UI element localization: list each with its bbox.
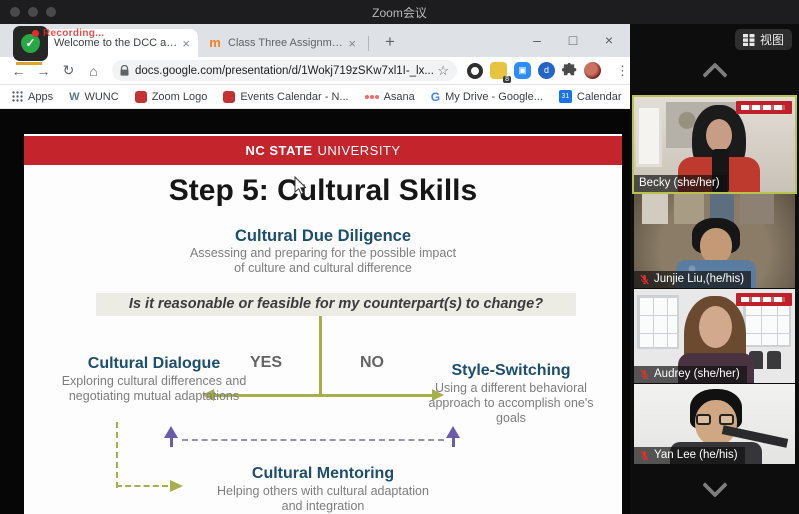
events-calendar-icon [223, 91, 235, 103]
view-grid-icon [743, 34, 755, 46]
reload-icon[interactable]: ↻ [56, 62, 81, 79]
dashed-olive-vertical-line [116, 422, 118, 488]
slide-title: Step 5: Cultural Skills [24, 174, 622, 208]
shared-screen-browser: ✓ Recording... Welcome to the DCC at NC … [0, 24, 630, 514]
bookmarks-bar: Apps W WUNC Zoom Logo Events Calendar - … [0, 85, 630, 109]
nc-state-watermark [736, 101, 792, 114]
muted-mic-icon [639, 274, 650, 285]
question-bar: Is it reasonable or feasible for my coun… [96, 293, 576, 316]
apps-grid-icon [12, 91, 23, 102]
browser-tab-assignment[interactable]: m Class Three Assignment: Discuss × [202, 29, 362, 57]
participant-name-label: Junjie Liu,(he/his) [634, 271, 751, 288]
window-close-button[interactable]: × [594, 32, 624, 48]
mentoring-heading: Cultural Mentoring [193, 465, 453, 483]
presentation-viewport: NC STATEUNIVERSITY Step 5: Cultural Skil… [0, 109, 630, 514]
switching-heading: Style-Switching [406, 362, 616, 380]
flow-vertical-line [319, 316, 322, 396]
no-label: NO [342, 354, 402, 372]
address-bar[interactable]: docs.google.com/presentation/d/1Wokj719z… [112, 60, 457, 81]
bookmark-apps[interactable]: Apps [12, 91, 53, 103]
dialogue-heading: Cultural Dialogue [42, 355, 266, 373]
chevron-down-icon[interactable] [704, 476, 726, 498]
tab-close-icon[interactable]: × [348, 36, 356, 51]
new-tab-button[interactable]: + [378, 30, 402, 54]
close-traffic-icon[interactable] [10, 7, 20, 17]
chevron-up-icon[interactable] [704, 60, 726, 82]
shield-underline-bar [16, 62, 42, 65]
zoom-titlebar: Zoom会议 [0, 0, 799, 24]
google-calendar-icon: 31 [559, 90, 572, 103]
participant-name-label: Yan Lee (he/his) [634, 447, 745, 464]
puzzle-extensions-icon[interactable] [562, 63, 577, 78]
view-button[interactable]: 视图 [735, 29, 792, 50]
nc-state-banner: NC STATEUNIVERSITY [24, 136, 622, 165]
mouse-cursor-icon [294, 176, 307, 195]
zoom-logo-icon [135, 91, 147, 103]
browser-tabstrip: ✓ Recording... Welcome to the DCC at NC … [0, 24, 630, 57]
bookmark-asana[interactable]: Asana [365, 91, 415, 103]
home-icon[interactable]: ⌂ [81, 63, 106, 79]
tab-close-icon[interactable]: × [182, 36, 190, 51]
dialogue-body: Exploring cultural differences and negot… [52, 374, 256, 404]
zoom-meeting-window: Zoom会议 ✓ Recording... Welcome to the DCC… [0, 0, 799, 514]
recording-dot-icon [32, 30, 39, 37]
tab-title: Class Three Assignment: Discuss [228, 37, 344, 49]
macos-traffic-lights[interactable] [10, 7, 56, 17]
participant-tile-yan[interactable]: Yan Lee (he/his) [634, 384, 795, 464]
wunc-icon: W [69, 91, 79, 103]
window-minimize-button[interactable]: – [522, 32, 552, 48]
slide: NC STATEUNIVERSITY Step 5: Cultural Skil… [24, 134, 622, 514]
muted-mic-icon [639, 369, 650, 380]
recording-indicator: Recording... [32, 28, 104, 39]
lock-icon [120, 65, 129, 76]
bookmark-calendar[interactable]: 31 Calendar [559, 90, 622, 103]
maximize-traffic-icon[interactable] [46, 7, 56, 17]
dashed-olive-horizontal-line [116, 485, 168, 487]
due-diligence-body: Assessing and preparing for the possible… [188, 246, 458, 276]
window-title: Zoom会议 [372, 4, 427, 21]
due-diligence-heading: Cultural Due Diligence [24, 227, 622, 246]
blue-extension-icon[interactable]: d [538, 62, 555, 79]
browser-toolbar: ← → ↻ ⌂ docs.google.com/presentation/d/1… [0, 57, 630, 85]
google-g-icon: G [431, 90, 440, 104]
chrome-menu-icon[interactable]: ⋮ [616, 63, 629, 79]
switching-body: Using a different behavioral approach to… [416, 381, 606, 425]
extension-badge: 8 [503, 76, 511, 83]
cultural-dialogue-block: Cultural Dialogue Exploring cultural dif… [42, 355, 266, 404]
participants-sidebar: 视图 Becky (she/her) [630, 24, 799, 514]
window-decor [636, 105, 662, 167]
extension-icons: 8 ▣ d ⋮ [467, 62, 629, 79]
participant-name-label: Becky (she/her) [634, 175, 727, 192]
zoom-extension-icon[interactable]: ▣ [514, 62, 531, 79]
bookmark-zoom-logo[interactable]: Zoom Logo [135, 91, 208, 103]
muted-mic-icon [639, 450, 650, 461]
participant-name-label: Audrey (she/her) [634, 366, 747, 383]
cultural-mentoring-block: Cultural Mentoring Helping others with c… [193, 465, 453, 514]
dashed-connector-line [182, 439, 444, 441]
style-switching-block: Style-Switching Using a different behavi… [406, 362, 616, 425]
participant-tile-junjie[interactable]: Junjie Liu,(he/his) [634, 194, 795, 288]
purple-up-arrow-left-icon [164, 426, 178, 447]
bookmark-events-calendar[interactable]: Events Calendar - N... [223, 91, 348, 103]
mentoring-body: Helping others with cultural adaptation … [211, 484, 436, 514]
url-text: docs.google.com/presentation/d/1Wokj719z… [135, 65, 433, 77]
moodle-icon: m [208, 36, 222, 50]
profile-avatar-icon[interactable] [584, 62, 601, 79]
minimize-traffic-icon[interactable] [28, 7, 38, 17]
notes-extension-icon[interactable]: 8 [490, 62, 507, 79]
glasses-decor [696, 414, 711, 425]
purple-up-arrow-right-icon [446, 426, 460, 447]
bookmark-my-drive[interactable]: G My Drive - Google... [431, 90, 543, 104]
bookmark-star-icon[interactable]: ☆ [437, 63, 449, 79]
tab-separator [368, 36, 369, 51]
participant-tile-becky[interactable]: Becky (she/her) [634, 97, 795, 192]
participant-tile-audrey[interactable]: Audrey (she/her) [634, 289, 795, 383]
window-maximize-button[interactable]: □ [558, 32, 588, 48]
bookmark-wunc[interactable]: W WUNC [69, 91, 119, 103]
asana-icon [365, 95, 379, 99]
record-extension-icon[interactable] [467, 63, 483, 79]
olive-arrowhead-icon [170, 480, 183, 492]
nc-state-watermark [736, 293, 792, 306]
